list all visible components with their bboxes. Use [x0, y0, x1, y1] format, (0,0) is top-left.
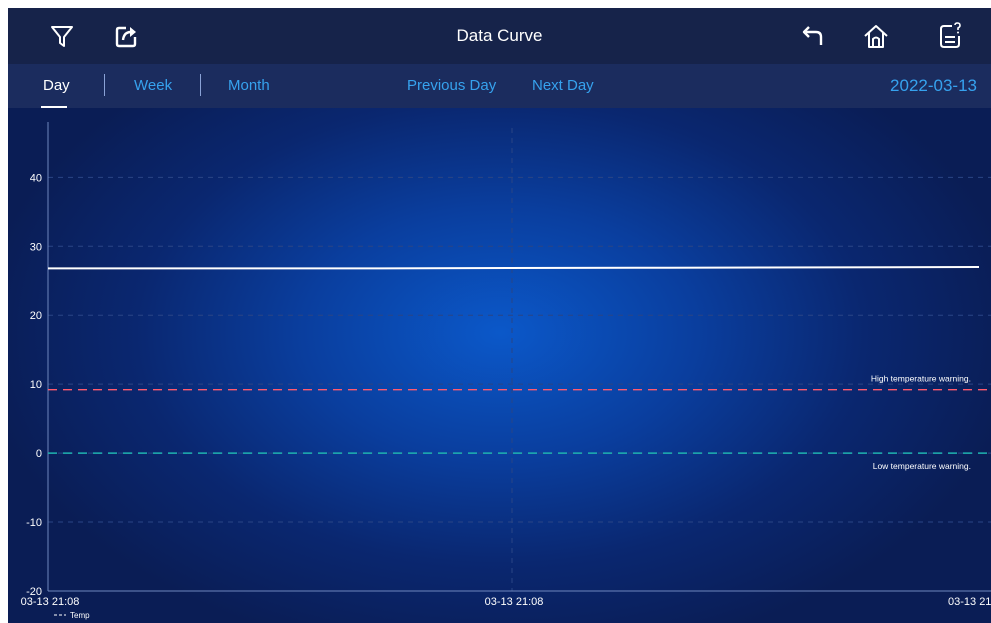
title-bar: Data Curve	[8, 8, 991, 64]
x-tick-label: 03-13 21:08	[485, 596, 544, 608]
legend-label: Temp	[70, 611, 90, 620]
tab-day[interactable]: Day	[43, 64, 70, 108]
selected-date[interactable]: 2022-03-13	[890, 64, 977, 108]
previous-day-button[interactable]: Previous Day	[407, 64, 496, 108]
tab-divider	[200, 74, 201, 96]
tab-week[interactable]: Week	[134, 64, 172, 108]
tab-divider	[104, 74, 105, 96]
next-day-button[interactable]: Next Day	[532, 64, 594, 108]
y-tick-label: 40	[30, 172, 42, 184]
back-icon[interactable]	[796, 20, 828, 52]
y-tick-label: 30	[30, 241, 42, 253]
temp-series-line	[48, 266, 980, 270]
export-icon[interactable]	[110, 20, 142, 52]
tab-month[interactable]: Month	[228, 64, 270, 108]
page-title: Data Curve	[456, 26, 543, 45]
x-tick-label: 03-13 21	[948, 596, 991, 608]
filter-icon[interactable]	[46, 20, 78, 52]
report-icon[interactable]	[934, 20, 966, 52]
y-tick-label: 0	[36, 448, 42, 460]
app-window: Data Curve Day Week Month Previous Day N…	[8, 8, 991, 623]
x-tick-label: 03-13 21:08	[21, 596, 80, 608]
y-tick-label: 10	[30, 379, 42, 391]
date-range-toolbar: Day Week Month Previous Day Next Day 202…	[8, 64, 991, 108]
home-icon[interactable]	[860, 20, 892, 52]
chart-plot: -20-10010203040High temperature warning.…	[21, 122, 991, 620]
y-tick-label: 20	[30, 310, 42, 322]
y-tick-label: -10	[26, 517, 42, 529]
low-temperature-warning-label: Low temperature warning.	[873, 461, 971, 471]
high-temperature-warning-label: High temperature warning.	[871, 374, 971, 384]
data-curve-chart: -20 -10 0 10 20 30 40 High temperature warning.…	[8, 108, 991, 623]
